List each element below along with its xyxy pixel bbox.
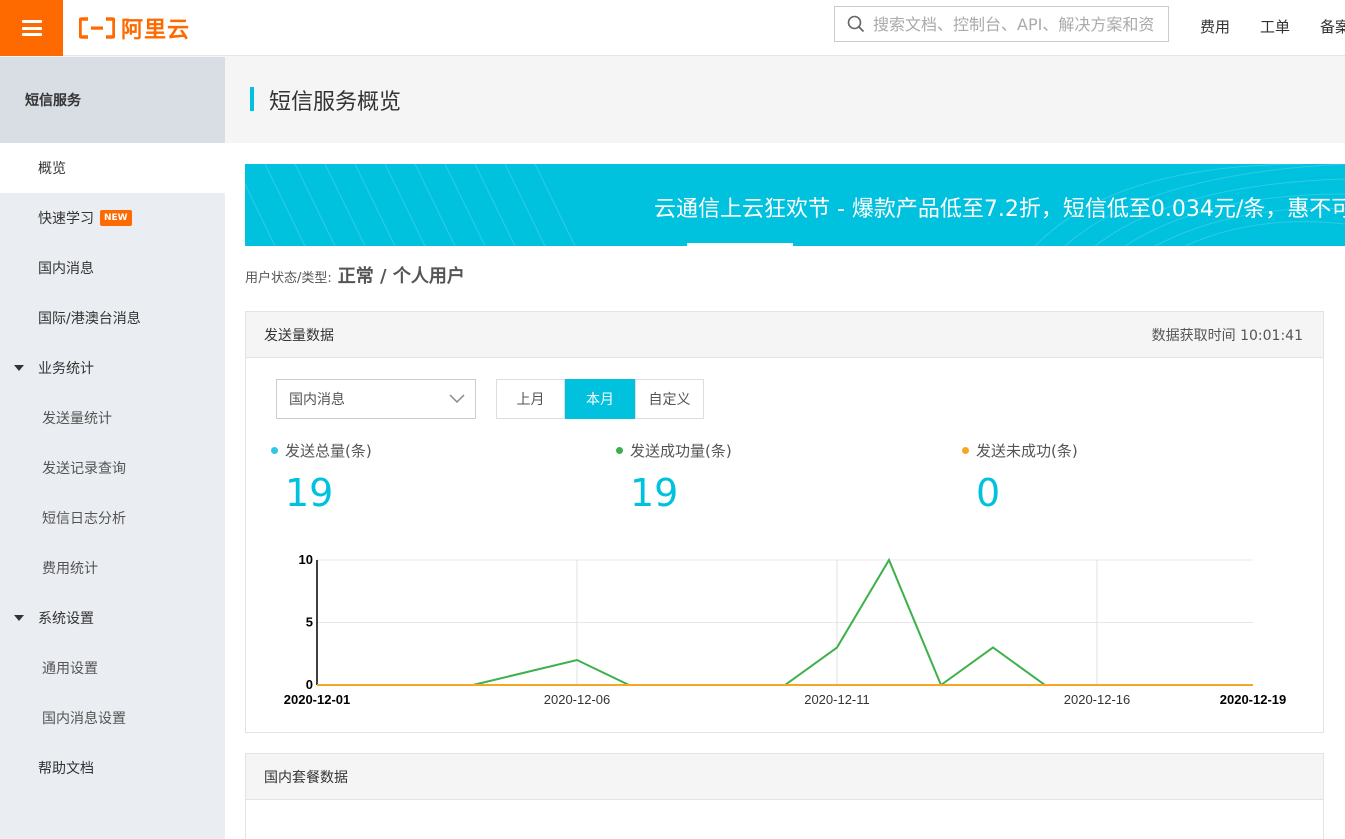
- stat-value: 19: [285, 471, 334, 515]
- search-icon: [847, 15, 865, 33]
- x-tick-label: 2020-12-01: [284, 692, 351, 707]
- stat-failed: 发送未成功(条) 0: [962, 440, 1078, 515]
- sidebar-item-label: 系统设置: [38, 611, 94, 627]
- hamburger-menu-button[interactable]: [0, 0, 63, 56]
- sidebar-header: 短信服务: [0, 57, 225, 143]
- new-badge: NEW: [100, 210, 132, 226]
- caret-down-icon: [14, 365, 24, 371]
- x-tick-label: 2020-12-16: [1064, 692, 1131, 707]
- y-tick-label: 5: [306, 615, 313, 630]
- sidebar-item-label: 费用统计: [42, 561, 98, 577]
- stat-label-text: 发送成功量(条): [630, 442, 732, 460]
- sidebar: 短信服务 概览 快速学习 NEW 国内消息 国际/港澳台消息 业务统计 发送量统…: [0, 57, 225, 839]
- user-status-label: 用户状态/类型:: [245, 271, 332, 286]
- page-title: 短信服务概览: [269, 90, 402, 115]
- sidebar-item-general-settings[interactable]: 通用设置: [0, 643, 225, 693]
- sidebar-item-label: 短信日志分析: [42, 511, 126, 527]
- stat-value: 0: [976, 471, 1001, 515]
- page-header: 短信服务概览: [225, 57, 1345, 143]
- stat-total: 发送总量(条) 19: [271, 440, 372, 515]
- fetch-time: 数据获取时间 10:01:41: [1151, 327, 1303, 344]
- search-input[interactable]: [873, 14, 1153, 34]
- top-links: 费用 工单 备案: [1200, 16, 1345, 37]
- sidebar-item-label: 业务统计: [38, 361, 94, 377]
- sidebar-group-statistics[interactable]: 业务统计: [0, 343, 225, 393]
- chevron-down-icon: [449, 394, 465, 404]
- send-volume-panel: 发送量数据 数据获取时间 10:01:41 国内消息 上月 本月 自定义 发送总…: [245, 311, 1324, 733]
- x-tick-label: 2020-12-11: [804, 692, 870, 707]
- sidebar-group-settings[interactable]: 系统设置: [0, 593, 225, 643]
- top-link-tickets[interactable]: 工单: [1260, 16, 1290, 37]
- sidebar-item-fee-stats[interactable]: 费用统计: [0, 543, 225, 593]
- main-content: 云通信上云狂欢节 - 爆款产品低至7.2折，短信低至0.034元/条，惠不可 用…: [225, 143, 1345, 839]
- menu-icon: [21, 20, 42, 36]
- sidebar-item-label: 发送量统计: [42, 411, 112, 427]
- title-accent-bar: [250, 87, 254, 111]
- sidebar-item-label: 帮助文档: [38, 761, 94, 777]
- total-dot-icon: [271, 447, 278, 454]
- package-panel: 国内套餐数据: [245, 753, 1324, 839]
- send-volume-line-chart: 0 5 10 2020-12-01 2020-12-06 2020-12-11 2020-1…: [284, 552, 1287, 707]
- aliyun-logo[interactable]: 阿里云: [79, 12, 190, 44]
- select-value: 国内消息: [289, 392, 345, 408]
- sidebar-item-send-stats[interactable]: 发送量统计: [0, 393, 225, 443]
- banner-text: 云通信上云狂欢节 - 爆款产品低至7.2折，短信低至0.034元/条，惠不可: [654, 197, 1345, 222]
- y-tick-label: 10: [299, 552, 313, 567]
- user-status-value: 正常 / 个人用户: [337, 266, 465, 287]
- range-last-month-button[interactable]: 上月: [496, 379, 565, 419]
- banner-active-indicator: [687, 243, 793, 246]
- sidebar-item-label: 国际/港澳台消息: [38, 311, 141, 327]
- stat-label: 发送总量(条): [271, 440, 372, 461]
- panel-title: 发送量数据: [264, 327, 334, 344]
- sidebar-item-international[interactable]: 国际/港澳台消息: [0, 293, 225, 343]
- sidebar-item-send-records[interactable]: 发送记录查询: [0, 443, 225, 493]
- search-box[interactable]: [834, 6, 1169, 42]
- x-tick-label: 2020-12-19: [1220, 692, 1287, 707]
- stat-label: 发送成功量(条): [616, 440, 732, 461]
- promo-banner[interactable]: 云通信上云狂欢节 - 爆款产品低至7.2折，短信低至0.034元/条，惠不可: [245, 164, 1345, 246]
- stat-value: 19: [630, 471, 679, 515]
- panel-header: 国内套餐数据: [246, 754, 1323, 800]
- date-range-selector: 上月 本月 自定义: [496, 379, 704, 419]
- sidebar-item-overview[interactable]: 概览: [0, 143, 225, 193]
- sidebar-item-quick-learn[interactable]: 快速学习 NEW: [0, 193, 225, 243]
- user-status: 用户状态/类型: 正常 / 个人用户: [245, 262, 465, 288]
- sidebar-item-label: 通用设置: [42, 661, 98, 677]
- sidebar-item-label: 快速学习: [38, 211, 94, 227]
- stat-label-text: 发送总量(条): [285, 442, 372, 460]
- top-link-icp[interactable]: 备案: [1320, 16, 1345, 37]
- logo-text: 阿里云: [121, 18, 191, 43]
- sidebar-item-help-docs[interactable]: 帮助文档: [0, 743, 225, 793]
- stat-label: 发送未成功(条): [962, 440, 1078, 461]
- sidebar-item-domestic-settings[interactable]: 国内消息设置: [0, 693, 225, 743]
- aliyun-logo-icon: [79, 17, 115, 39]
- sidebar-item-label: 发送记录查询: [42, 461, 126, 477]
- range-custom-button[interactable]: 自定义: [635, 379, 704, 419]
- sidebar-item-label: 国内消息: [38, 261, 94, 277]
- sidebar-item-log-analysis[interactable]: 短信日志分析: [0, 493, 225, 543]
- top-link-billing[interactable]: 费用: [1200, 16, 1230, 37]
- y-tick-label: 0: [306, 677, 313, 692]
- message-type-select[interactable]: 国内消息: [276, 379, 476, 419]
- x-tick-label: 2020-12-06: [544, 692, 611, 707]
- top-navigation-bar: 阿里云 费用 工单 备案: [0, 0, 1345, 56]
- range-this-month-button[interactable]: 本月: [565, 379, 635, 419]
- sidebar-item-domestic[interactable]: 国内消息: [0, 243, 225, 293]
- sidebar-item-label: 国内消息设置: [42, 711, 126, 727]
- success-dot-icon: [616, 447, 623, 454]
- stat-success: 发送成功量(条) 19: [616, 440, 732, 515]
- sidebar-item-label: 概览: [38, 161, 66, 177]
- panel-header: 发送量数据 数据获取时间 10:01:41: [246, 312, 1323, 358]
- panel-title: 国内套餐数据: [264, 769, 348, 786]
- caret-down-icon: [14, 615, 24, 621]
- stat-label-text: 发送未成功(条): [976, 442, 1078, 460]
- failed-dot-icon: [962, 447, 969, 454]
